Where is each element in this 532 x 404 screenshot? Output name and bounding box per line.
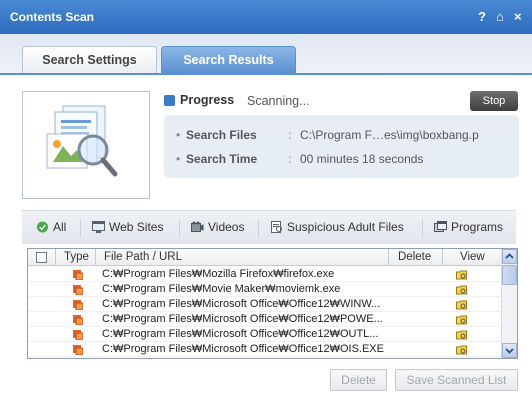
table-header: Type File Path / URL Delete View bbox=[28, 249, 501, 266]
scroll-down-button[interactable] bbox=[502, 343, 517, 358]
table-row[interactable]: C:₩Program Files₩Microsoft Office₩Office… bbox=[28, 342, 501, 357]
progress-label: Progress bbox=[180, 93, 235, 107]
stop-button[interactable]: Stop bbox=[470, 91, 518, 111]
bullet: • bbox=[176, 128, 181, 142]
tab-search-settings[interactable]: Search Settings bbox=[22, 46, 157, 74]
filter-all-label: All bbox=[53, 220, 67, 234]
filter-videos-label: Videos bbox=[208, 220, 245, 234]
filter-videos[interactable]: Videos bbox=[191, 220, 244, 238]
program-icon bbox=[434, 221, 447, 232]
progress-status: Scanning... bbox=[247, 94, 310, 108]
column-separator bbox=[95, 249, 96, 266]
search-time-value: 00 minutes 18 seconds bbox=[300, 152, 424, 166]
filter-all[interactable]: All bbox=[36, 220, 66, 238]
filter-programs[interactable]: Programs bbox=[434, 220, 503, 238]
search-files-value: C:\Program F…es\img\boxbang.p bbox=[300, 128, 479, 142]
chevron-down-icon bbox=[505, 348, 514, 354]
tab-divider bbox=[0, 73, 532, 75]
table-row[interactable]: C:₩Program Files₩Mozilla Firefox₩firefox… bbox=[28, 267, 501, 282]
tab-search-results[interactable]: Search Results bbox=[161, 46, 296, 74]
column-view[interactable]: View bbox=[460, 251, 485, 263]
column-type[interactable]: Type bbox=[64, 251, 89, 263]
program-file-icon bbox=[73, 285, 83, 295]
file-path: C:₩Program Files₩Movie Maker₩moviemk.exe bbox=[102, 283, 341, 295]
file-path: C:₩Program Files₩Microsoft Office₩Office… bbox=[102, 328, 379, 340]
close-button[interactable]: × bbox=[514, 9, 522, 24]
file-path: C:₩Program Files₩Microsoft Office₩Office… bbox=[102, 313, 383, 325]
scan-illustration bbox=[22, 91, 150, 199]
view-folder-icon bbox=[456, 315, 467, 325]
table-row[interactable]: C:₩Program Files₩Microsoft Office₩Office… bbox=[28, 297, 501, 312]
search-files-label: Search Files bbox=[186, 128, 257, 142]
file-path: C:₩Program Files₩Mozilla Firefox₩firefox… bbox=[102, 268, 335, 280]
check-circle-icon bbox=[36, 221, 49, 233]
column-delete[interactable]: Delete bbox=[398, 251, 431, 263]
view-folder-icon bbox=[456, 330, 467, 340]
scroll-up-button[interactable] bbox=[502, 249, 517, 264]
file-path: C:₩Program Files₩Microsoft Office₩Office… bbox=[102, 298, 381, 310]
column-file-path[interactable]: File Path / URL bbox=[104, 251, 182, 263]
table-row[interactable]: C:₩Program Files₩Microsoft Office₩Office… bbox=[28, 327, 501, 342]
delete-button[interactable]: Delete bbox=[330, 369, 387, 391]
colon: : bbox=[288, 152, 292, 166]
scan-info-panel: • Search Files : C:\Program F…es\img\box… bbox=[164, 115, 519, 178]
program-file-icon bbox=[73, 300, 83, 310]
filter-separator bbox=[80, 219, 81, 237]
filter-web-sites-label: Web Sites bbox=[109, 220, 164, 234]
program-file-icon bbox=[73, 315, 83, 325]
save-scanned-list-button[interactable]: Save Scanned List bbox=[395, 369, 518, 391]
title-bar: Contents Scan ? ⌂ × bbox=[0, 0, 532, 34]
program-file-icon bbox=[73, 330, 83, 340]
video-icon bbox=[191, 221, 204, 232]
window-title: Contents Scan bbox=[10, 10, 95, 24]
progress-icon bbox=[164, 95, 175, 106]
program-file-icon bbox=[73, 270, 83, 280]
home-button[interactable]: ⌂ bbox=[496, 9, 504, 24]
file-path: C:₩Program Files₩Microsoft Office₩Office… bbox=[102, 343, 384, 355]
bullet: • bbox=[176, 152, 181, 166]
filter-bar: All Web Sites Videos Suspicious Adult Fi… bbox=[22, 210, 516, 244]
document-magnifier-icon bbox=[46, 105, 118, 177]
table-row[interactable]: C:₩Program Files₩Movie Maker₩moviemk.exe bbox=[28, 282, 501, 297]
filter-suspicious-adult-files-label: Suspicious Adult Files bbox=[287, 220, 404, 234]
view-folder-icon bbox=[456, 345, 467, 355]
view-folder-icon bbox=[456, 270, 467, 280]
program-file-icon bbox=[73, 345, 83, 355]
column-separator bbox=[442, 249, 443, 266]
column-separator bbox=[55, 249, 56, 266]
chevron-up-icon bbox=[505, 253, 514, 259]
vertical-scrollbar[interactable] bbox=[501, 249, 517, 358]
filter-separator bbox=[179, 219, 180, 237]
colon: : bbox=[288, 128, 292, 142]
tab-bar: Search Settings Search Results bbox=[0, 34, 532, 74]
website-icon bbox=[92, 221, 105, 233]
filter-separator bbox=[258, 219, 259, 237]
filter-suspicious-adult-files[interactable]: Suspicious Adult Files bbox=[270, 220, 404, 238]
search-time-label: Search Time bbox=[186, 152, 258, 166]
help-button[interactable]: ? bbox=[478, 9, 486, 24]
filter-programs-label: Programs bbox=[451, 220, 504, 234]
view-folder-icon bbox=[456, 300, 467, 310]
filter-web-sites[interactable]: Web Sites bbox=[92, 220, 163, 238]
view-folder-icon bbox=[456, 285, 467, 295]
column-separator bbox=[388, 249, 389, 266]
results-table: Type File Path / URL Delete View C:₩Prog… bbox=[27, 248, 518, 359]
filter-separator bbox=[422, 219, 423, 237]
scrollbar-thumb[interactable] bbox=[502, 265, 517, 285]
table-row[interactable]: C:₩Program Files₩Microsoft Office₩Office… bbox=[28, 312, 501, 327]
select-all-checkbox[interactable] bbox=[36, 252, 47, 263]
suspicious-file-icon bbox=[271, 221, 282, 233]
